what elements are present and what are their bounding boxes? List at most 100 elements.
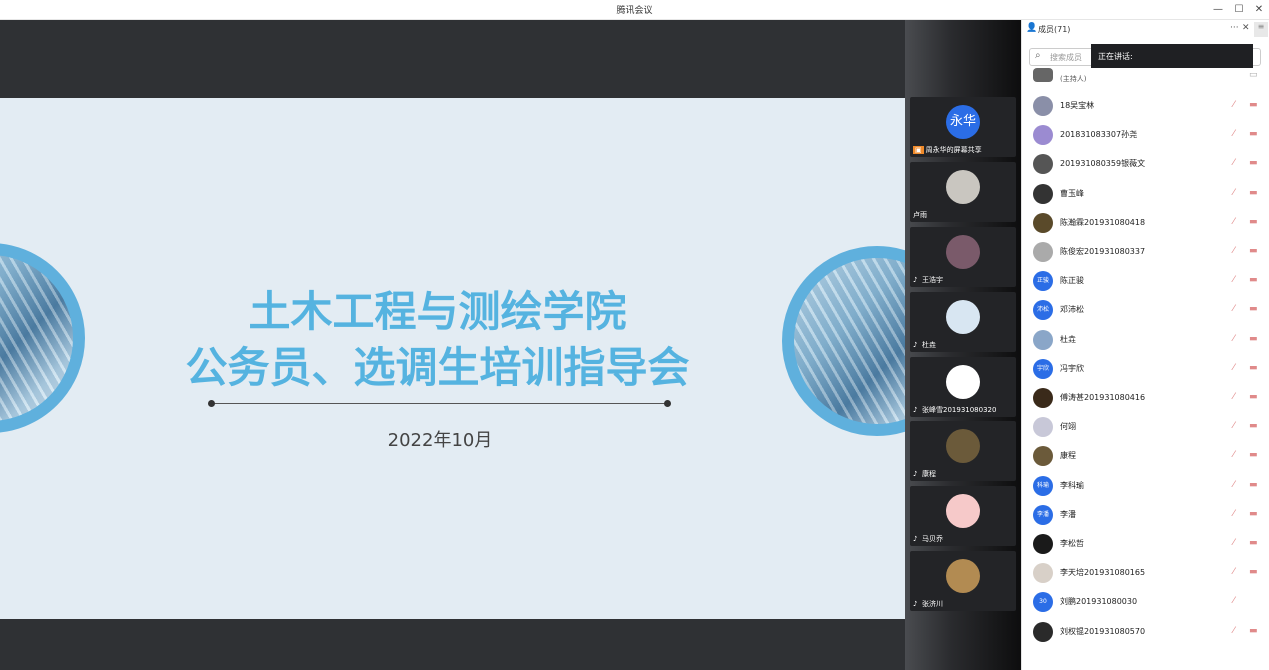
video-tile[interactable]: ♪ 张济川 <box>910 551 1016 611</box>
member-row[interactable]: 李松哲 ⁄ ▬ <box>1022 529 1269 558</box>
member-name: 杜垚 <box>1060 334 1076 344</box>
avatar <box>1033 125 1053 146</box>
avatar: 宇欣 <box>1033 358 1053 379</box>
video-tile[interactable]: ♪ 杜垚 <box>910 292 1016 352</box>
menu-icon[interactable]: ≡ <box>1254 22 1268 37</box>
mic-muted-icon[interactable]: ⁄ <box>1233 363 1235 373</box>
member-row[interactable]: 30 刘鹏201931080030 ⁄ <box>1022 587 1269 616</box>
camera-off-icon[interactable]: ▬ <box>1249 363 1258 373</box>
member-row[interactable]: 18吴宝林 ⁄ ▬ <box>1022 91 1269 120</box>
member-row[interactable]: 傅涛甚201931080416 ⁄ ▬ <box>1022 383 1269 412</box>
camera-off-icon[interactable]: ▬ <box>1249 100 1258 110</box>
minimize-button[interactable]: — <box>1210 2 1226 18</box>
member-name: 冯宇欣 <box>1060 363 1084 373</box>
camera-off-icon[interactable]: ▬ <box>1249 158 1258 168</box>
avatar <box>946 300 980 334</box>
video-tile[interactable]: ♪ 康程 <box>910 421 1016 481</box>
maximize-button[interactable]: ☐ <box>1231 2 1247 18</box>
camera-off-icon[interactable]: ▬ <box>1249 129 1258 139</box>
close-panel-button[interactable]: ✕ <box>1242 23 1250 33</box>
camera-off-icon[interactable]: ▬ <box>1249 275 1258 285</box>
mic-muted-icon[interactable]: ⁄ <box>1233 188 1235 198</box>
avatar <box>946 559 980 593</box>
mic-muted-icon[interactable]: ⁄ <box>1233 129 1235 139</box>
mic-muted-icon[interactable]: ⁄ <box>1233 509 1235 519</box>
avatar: 沛松 <box>1033 300 1053 321</box>
participant-name: 卢雨 <box>913 211 927 219</box>
avatar <box>1033 388 1053 408</box>
avatar: 30 <box>1033 592 1053 613</box>
mic-muted-icon[interactable]: ⁄ <box>1233 626 1235 636</box>
camera-off-icon[interactable]: ▬ <box>1249 304 1258 314</box>
member-row[interactable]: 正骏 陈正骏 ⁄ ▬ <box>1022 266 1269 295</box>
avatar <box>1033 621 1053 642</box>
member-row[interactable]: 沛松 邓沛松 ⁄ ▬ <box>1022 295 1269 324</box>
member-name: 201931080359银薇文 <box>1060 159 1146 169</box>
member-row[interactable]: 201831083307孙尧 ⁄ ▬ <box>1022 120 1269 149</box>
mic-muted-icon[interactable]: ⁄ <box>1233 275 1235 285</box>
camera-off-icon[interactable]: ▬ <box>1249 421 1258 431</box>
video-tile[interactable]: ♪ 王浩宇 <box>910 227 1016 287</box>
video-strip: 永华 ▣ 周永华的屏幕共享 卢雨 ♪ 王浩宇 ♪ 杜垚 ♪ 张峰雪20193108032… <box>905 20 1021 670</box>
mic-muted-icon[interactable]: ⁄ <box>1233 158 1235 168</box>
member-row[interactable]: 杜垚 ⁄ ▬ <box>1022 325 1269 354</box>
camera-off-icon[interactable]: ▬ <box>1249 188 1258 198</box>
member-row[interactable]: 李潘 李潘 ⁄ ▬ <box>1022 500 1269 529</box>
avatar <box>1033 68 1053 82</box>
camera-off-icon[interactable]: ▬ <box>1249 217 1258 227</box>
camera-off-icon[interactable]: ▬ <box>1249 538 1258 548</box>
video-tile[interactable]: 卢雨 <box>910 162 1016 222</box>
member-row[interactable]: 陈瀚霖201931080418 ⁄ ▬ <box>1022 208 1269 237</box>
mic-muted-icon[interactable]: ⁄ <box>1233 100 1235 110</box>
avatar <box>1033 329 1053 350</box>
member-row[interactable]: 科瑜 李科瑜 ⁄ ▬ <box>1022 471 1269 500</box>
microphone-icon: ♪ <box>913 276 918 284</box>
mic-muted-icon[interactable]: ⁄ <box>1233 421 1235 431</box>
avatar <box>1033 534 1053 554</box>
avatar <box>1033 183 1053 204</box>
mic-muted-icon[interactable]: ⁄ <box>1233 480 1235 490</box>
mic-muted-icon[interactable]: ⁄ <box>1233 217 1235 227</box>
member-name: 刘鹏201931080030 <box>1060 597 1138 607</box>
presentation-slide: 土木工程与测绘学院 公务员、选调生培训指导会 2022年10月 <box>0 98 905 619</box>
camera-off-icon[interactable]: ▬ <box>1249 450 1258 460</box>
mic-muted-icon[interactable]: ⁄ <box>1233 334 1235 344</box>
member-row[interactable]: 刘权锟201931080570 ⁄ ▬ <box>1022 617 1269 646</box>
participant-name: ♪ 张济川 <box>913 600 943 608</box>
camera-off-icon[interactable]: ▬ <box>1249 480 1258 490</box>
mic-muted-icon[interactable]: ⁄ <box>1233 567 1235 577</box>
avatar <box>1033 417 1053 438</box>
camera-off-icon[interactable]: ▬ <box>1249 509 1258 519</box>
video-tile[interactable]: ♪ 张峰雪201931080320 <box>910 357 1016 417</box>
avatar: 永华 <box>946 105 980 139</box>
member-row[interactable]: 何翊 ⁄ ▬ <box>1022 412 1269 441</box>
member-row[interactable]: 曹玉峰 ⁄ ▬ <box>1022 179 1269 208</box>
member-row[interactable]: 宇欣 冯宇欣 ⁄ ▬ <box>1022 354 1269 383</box>
building-image-left <box>0 243 85 433</box>
member-row[interactable]: 201931080359银薇文 ⁄ ▬ <box>1022 149 1269 178</box>
mic-muted-icon[interactable]: ⁄ <box>1233 246 1235 256</box>
participant-name: ♪ 王浩宇 <box>913 276 943 284</box>
members-header: 👤 成员(71) ··· ✕ ≡ <box>1022 20 1269 40</box>
member-row-host[interactable]: (主持人) ▭ <box>1022 68 1269 88</box>
more-button[interactable]: ··· <box>1230 23 1239 33</box>
member-row[interactable]: 康程 ⁄ ▬ <box>1022 441 1269 470</box>
mic-muted-icon[interactable]: ⁄ <box>1233 392 1235 402</box>
camera-off-icon[interactable]: ▬ <box>1249 567 1258 577</box>
mic-muted-icon[interactable]: ⁄ <box>1233 596 1235 606</box>
member-row[interactable]: 陈俊宏201931080337 ⁄ ▬ <box>1022 237 1269 266</box>
member-row[interactable]: 李天培201931080165 ⁄ ▬ <box>1022 558 1269 587</box>
camera-off-icon[interactable]: ▬ <box>1249 392 1258 402</box>
mic-muted-icon[interactable]: ⁄ <box>1233 304 1235 314</box>
member-name: 康程 <box>1060 451 1076 461</box>
video-tile[interactable]: 永华 ▣ 周永华的屏幕共享 <box>910 97 1016 157</box>
close-button[interactable]: ✕ <box>1251 2 1267 18</box>
video-tile[interactable]: ♪ 马贝乔 <box>910 486 1016 546</box>
camera-off-icon[interactable]: ▬ <box>1249 334 1258 344</box>
shared-screen-area: 土木工程与测绘学院 公务员、选调生培训指导会 2022年10月 <box>0 20 905 670</box>
camera-off-icon[interactable]: ▬ <box>1249 246 1258 256</box>
member-name: 陈俊宏201931080337 <box>1060 247 1146 256</box>
mic-muted-icon[interactable]: ⁄ <box>1233 450 1235 460</box>
mic-muted-icon[interactable]: ⁄ <box>1233 538 1235 548</box>
camera-off-icon[interactable]: ▬ <box>1249 626 1258 636</box>
